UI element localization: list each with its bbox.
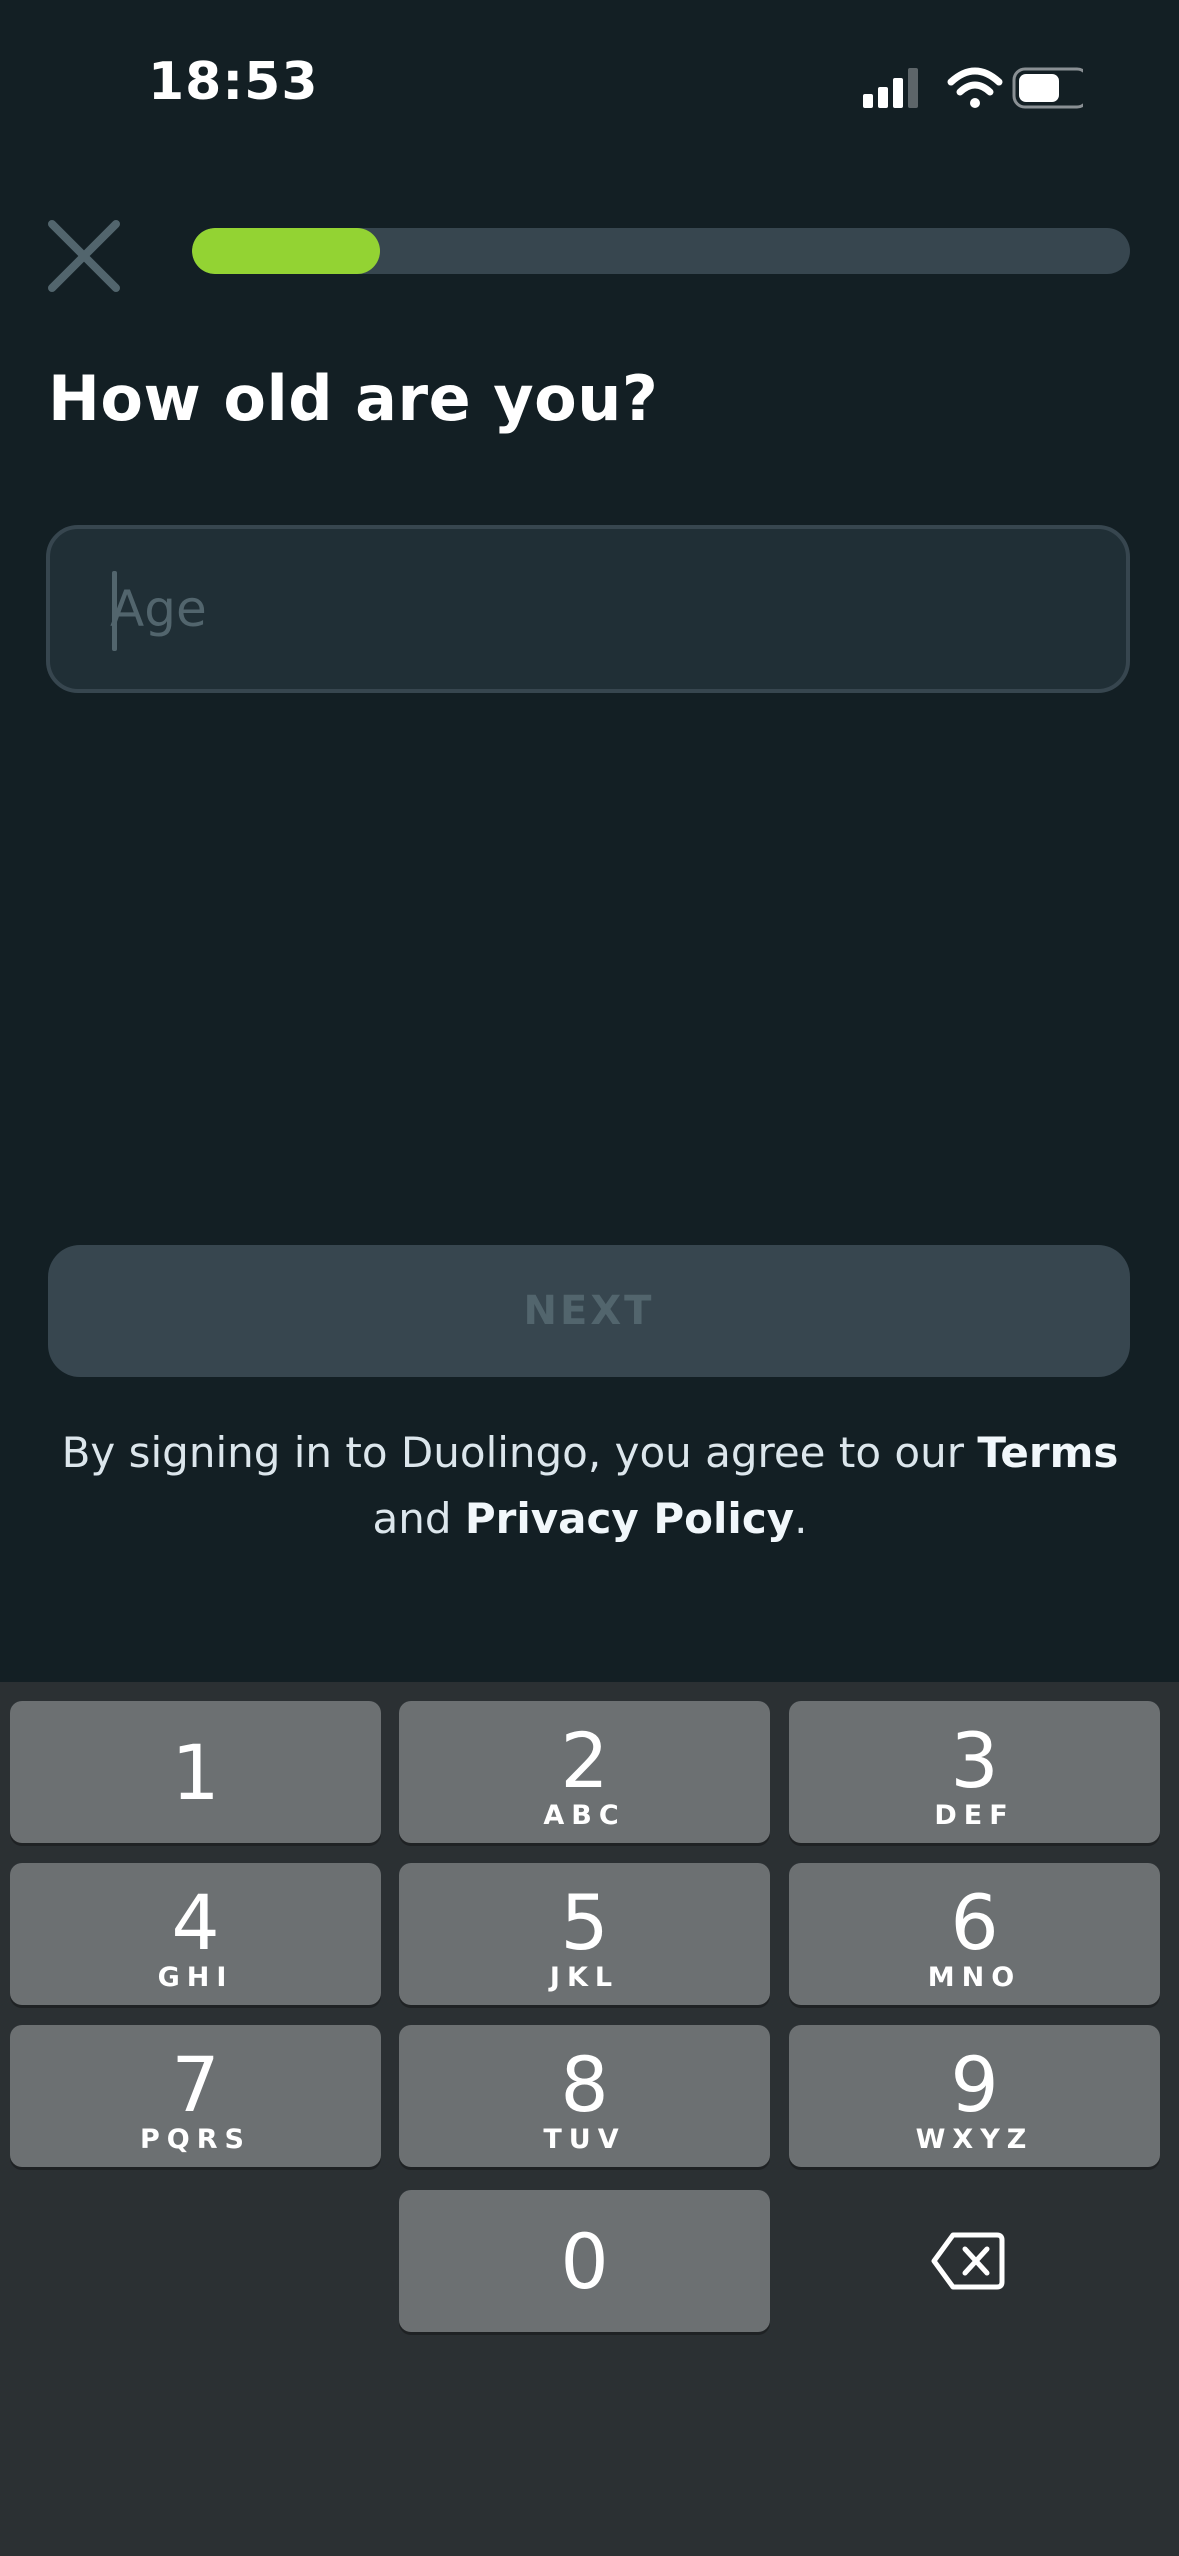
age-field[interactable] (46, 525, 1130, 693)
status-time: 18:53 (148, 52, 319, 112)
key-1[interactable]: 1 (10, 1701, 381, 1843)
backspace-key[interactable] (782, 2190, 1153, 2332)
age-input[interactable] (50, 529, 1126, 689)
key-8[interactable]: 8 TUV (399, 2025, 770, 2167)
close-icon[interactable] (46, 218, 122, 294)
terms-link[interactable]: Terms (977, 1428, 1118, 1477)
key-letters: JKL (549, 1962, 620, 1993)
key-digit: 2 (560, 1716, 609, 1805)
key-letters: ABC (543, 1800, 626, 1831)
key-0[interactable]: 0 (399, 2190, 770, 2332)
key-letters: GHI (157, 1962, 234, 1993)
key-letters: WXYZ (915, 2124, 1034, 2155)
key-5[interactable]: 5 JKL (399, 1863, 770, 2005)
key-digit: 9 (950, 2040, 999, 2129)
key-digit: 6 (950, 1878, 999, 1967)
key-4[interactable]: 4 GHI (10, 1863, 381, 2005)
key-3[interactable]: 3 DEF (789, 1701, 1160, 1843)
privacy-policy-link[interactable]: Privacy Policy (465, 1494, 794, 1543)
legal-notice: By signing in to Duolingo, you agree to … (40, 1420, 1140, 1552)
cellular-signal-icon (863, 68, 918, 108)
page-title: How old are you? (48, 362, 659, 435)
key-7[interactable]: 7 PQRS (10, 2025, 381, 2167)
key-digit: 0 (560, 2217, 609, 2306)
status-bar: 18:53 (0, 0, 1179, 170)
key-letters: MNO (927, 1962, 1022, 1993)
wifi-icon (947, 67, 1003, 108)
key-letters: TUV (543, 2124, 626, 2155)
progress-fill (192, 228, 380, 274)
key-digit: 1 (171, 1728, 220, 1817)
text-cursor (112, 571, 117, 651)
status-icons (863, 67, 1083, 109)
key-letters: DEF (934, 1800, 1015, 1831)
progress-bar (192, 228, 1130, 274)
key-digit: 7 (171, 2040, 220, 2129)
key-6[interactable]: 6 MNO (789, 1863, 1160, 2005)
backspace-icon (931, 2232, 1004, 2290)
next-button[interactable]: NEXT (48, 1245, 1130, 1377)
legal-prefix: By signing in to Duolingo, you agree to … (61, 1428, 978, 1477)
key-digit: 3 (950, 1716, 999, 1805)
battery-icon (1012, 67, 1083, 109)
key-digit: 8 (560, 2040, 609, 2129)
key-digit: 5 (560, 1878, 609, 1967)
legal-middle: and (372, 1494, 465, 1543)
key-digit: 4 (171, 1878, 220, 1967)
legal-suffix: . (794, 1494, 808, 1543)
key-letters: PQRS (140, 2124, 251, 2155)
key-2[interactable]: 2 ABC (399, 1701, 770, 1843)
key-9[interactable]: 9 WXYZ (789, 2025, 1160, 2167)
